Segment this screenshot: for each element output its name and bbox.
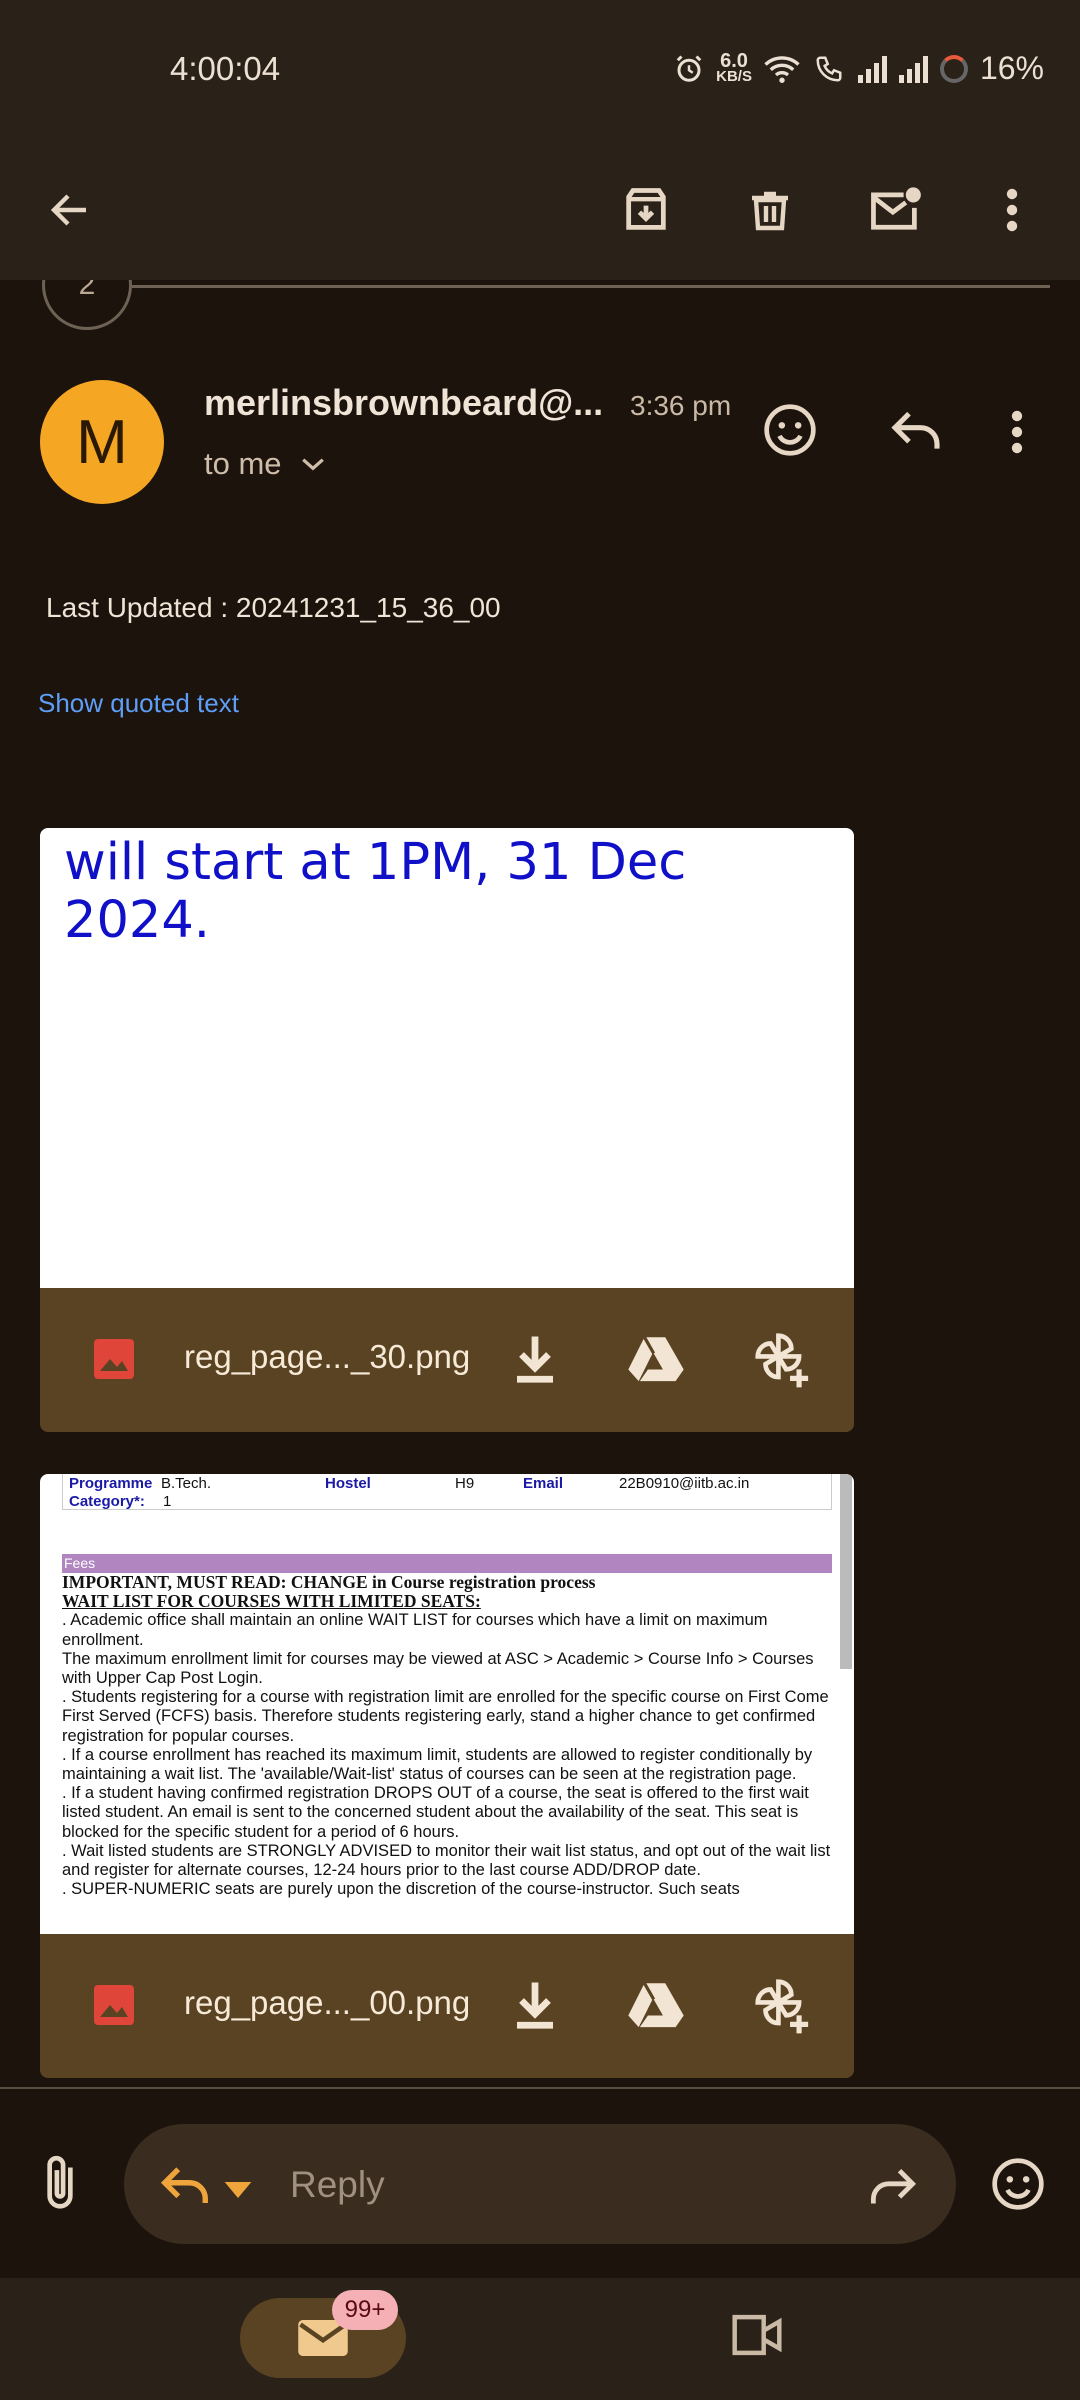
attachment-card[interactable]: Programme B.Tech. Hostel H9 Email 22B091…	[40, 1474, 854, 2078]
image-file-icon	[94, 1339, 134, 1379]
attachment-preview[interactable]: will start at 1PM, 31 Dec 2024.	[40, 828, 854, 1288]
attachment-card[interactable]: will start at 1PM, 31 Dec 2024. reg_page…	[40, 828, 854, 1432]
attachment-bar: reg_page..._00.png	[40, 1934, 854, 2078]
mark-unread-button[interactable]	[855, 170, 935, 250]
add-to-photos-icon[interactable]	[750, 1974, 812, 2036]
signal-icon-2	[898, 55, 928, 83]
battery-icon	[939, 54, 968, 83]
attachment-preview[interactable]: Programme B.Tech. Hostel H9 Email 22B091…	[40, 1474, 854, 1934]
nav-meet-tab[interactable]	[728, 2310, 786, 2365]
more-vert-icon	[1011, 410, 1023, 454]
reply-icon	[160, 2167, 208, 2203]
reply-placeholder[interactable]: Reply	[290, 2164, 385, 2206]
image-file-icon	[94, 1985, 134, 2025]
save-to-drive-icon[interactable]	[626, 1976, 686, 2032]
message-more-button[interactable]	[1010, 408, 1024, 461]
archive-icon	[626, 188, 666, 230]
add-reaction-button[interactable]	[762, 402, 818, 463]
top-toolbar	[0, 140, 1080, 280]
forward-button[interactable]	[866, 2162, 920, 2215]
save-to-drive-icon[interactable]	[626, 1330, 686, 1386]
document-preview: Programme B.Tech. Hostel H9 Email 22B091…	[62, 1474, 832, 1899]
student-info-header: Programme B.Tech. Hostel H9 Email 22B091…	[62, 1474, 832, 1510]
sender-avatar[interactable]: M	[40, 380, 164, 504]
archive-button[interactable]	[606, 170, 686, 250]
thread-divider	[132, 285, 1050, 288]
attachment-bar: reg_page..._30.png	[40, 1288, 854, 1432]
battery-level: 16%	[979, 50, 1044, 86]
attach-button[interactable]	[38, 2152, 82, 2219]
signal-icon	[857, 55, 887, 83]
recipient-label: to me	[204, 446, 282, 481]
emoji-reaction-button[interactable]	[990, 2156, 1046, 2217]
reply-divider	[0, 2087, 1080, 2089]
emoji-icon	[992, 2158, 1044, 2210]
preview-scrollbar	[840, 1474, 852, 1669]
wifi-icon	[764, 55, 800, 83]
download-icon[interactable]	[510, 1978, 560, 2032]
more-options-button[interactable]	[972, 170, 1052, 250]
add-to-photos-icon[interactable]	[750, 1328, 812, 1390]
reply-icon	[891, 411, 940, 449]
alarm-icon	[676, 54, 702, 82]
attachment-filename[interactable]: reg_page..._30.png	[184, 1338, 470, 1376]
network-speed: 6.0 KB/S	[716, 49, 752, 85]
sender-name[interactable]: merlinsbrownbeard@...	[204, 382, 603, 424]
message-time: 3:36 pm	[630, 390, 732, 421]
recipient-details-toggle[interactable]: to me	[204, 446, 326, 482]
back-button[interactable]	[30, 170, 110, 250]
reply-mode-selector[interactable]	[158, 2160, 252, 2215]
forward-icon	[870, 2169, 917, 2204]
mark-unread-icon	[871, 187, 921, 230]
video-camera-icon	[732, 2314, 782, 2356]
wifi-calling-icon	[816, 56, 842, 82]
status-icons: 6.0 KB/S 16%	[674, 50, 1044, 87]
arrow-left-icon	[50, 194, 86, 226]
show-quoted-text-link[interactable]: Show quoted text	[38, 688, 239, 719]
fees-section-bar: Fees	[62, 1554, 832, 1573]
attachment-preview-text: will start at 1PM, 31 Dec 2024.	[64, 833, 687, 950]
download-icon[interactable]	[510, 1332, 560, 1386]
reply-button[interactable]	[888, 404, 944, 461]
paperclip-icon	[47, 2155, 73, 2209]
status-time: 4:00:04	[170, 50, 281, 87]
more-vert-icon	[1006, 188, 1018, 232]
dropdown-triangle-icon	[225, 2182, 252, 2198]
delete-button[interactable]	[730, 170, 810, 250]
unread-count-badge: 99+	[332, 2290, 398, 2330]
message-body-text: Last Updated : 20241231_15_36_00	[46, 592, 501, 623]
attachment-filename[interactable]: reg_page..._00.png	[184, 1984, 470, 2022]
trash-icon	[752, 191, 788, 231]
chevron-down-icon	[301, 458, 324, 471]
bottom-navigation	[0, 2278, 1080, 2400]
emoji-icon	[764, 404, 816, 456]
